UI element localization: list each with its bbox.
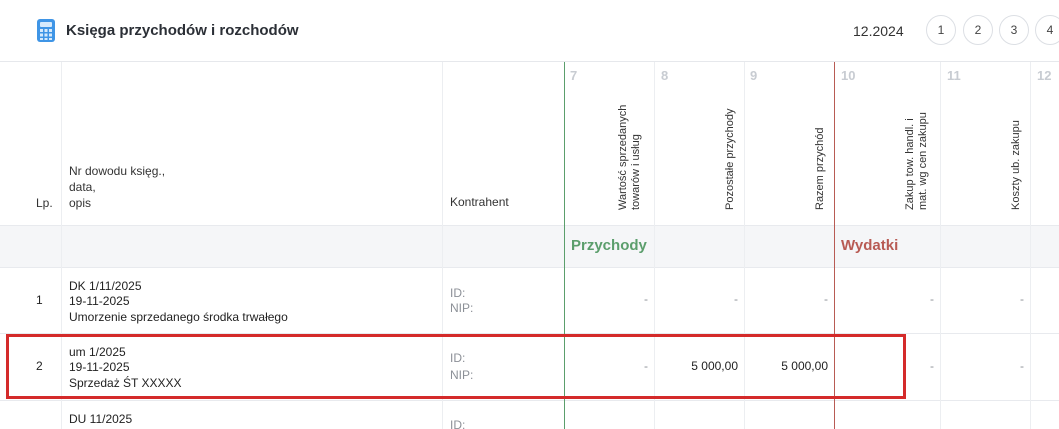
highlight-box bbox=[6, 334, 906, 399]
row-c8: - bbox=[734, 292, 738, 306]
page-button-3[interactable]: 3 bbox=[999, 15, 1029, 45]
page-button-2[interactable]: 2 bbox=[963, 15, 993, 45]
header-nr-dowodu: Nr dowodu księg., data, opis bbox=[69, 164, 166, 210]
header-c10: Zakup tow. handl. i mat. wg cen zakupu bbox=[904, 112, 929, 210]
page-title: Księga przychodów i rozchodów bbox=[66, 22, 299, 39]
header-c11: Koszty ub. zakupu bbox=[1010, 120, 1022, 210]
row-doc: DK 1/11/2025 bbox=[69, 279, 142, 293]
header-bar: Księga przychodów i rozchodów 12.2024 1 … bbox=[0, 0, 1059, 62]
column-divider bbox=[940, 62, 941, 429]
column-divider bbox=[1030, 62, 1031, 429]
section-income: Przychody bbox=[571, 237, 647, 254]
header-c9: Razem przychód bbox=[814, 127, 826, 210]
column-number-11: 11 bbox=[947, 68, 961, 83]
row-nip-label: NIP: bbox=[450, 301, 474, 315]
column-number-7: 7 bbox=[570, 68, 578, 83]
section-expenses: Wydatki bbox=[841, 237, 899, 254]
row-lp: 1 bbox=[36, 293, 43, 307]
column-number-8: 8 bbox=[661, 68, 669, 83]
header-c7: Wartość sprzedanych towarów i usług bbox=[617, 104, 642, 210]
period-label: 12.2024 bbox=[853, 23, 904, 39]
divider bbox=[0, 400, 1059, 401]
header-lp: Lp. bbox=[36, 196, 53, 210]
row-id-label: ID: bbox=[450, 418, 466, 429]
row-c10: - bbox=[930, 292, 934, 306]
row-c11: - bbox=[1020, 359, 1024, 373]
column-number-12: 12 bbox=[1037, 68, 1052, 83]
row-date: 19-11-2025 bbox=[69, 294, 130, 308]
column-number-9: 9 bbox=[750, 68, 758, 83]
row-c11: - bbox=[1020, 292, 1024, 306]
row-desc: Umorzenie sprzedanego środka trwałego bbox=[69, 310, 288, 324]
header-c8: Pozostałe przychody bbox=[724, 108, 736, 211]
row-c9: - bbox=[824, 292, 828, 306]
row-c7: - bbox=[644, 292, 648, 306]
divider bbox=[0, 225, 1059, 226]
divider bbox=[0, 267, 1059, 268]
calculator-icon bbox=[37, 19, 55, 42]
page-button-1[interactable]: 1 bbox=[926, 15, 956, 45]
row-doc: DU 11/2025 bbox=[69, 412, 133, 426]
header-kontrahent: Kontrahent bbox=[450, 195, 509, 209]
column-number-10: 10 bbox=[841, 68, 856, 83]
page-button-4[interactable]: 4 bbox=[1035, 15, 1059, 45]
section-row bbox=[0, 226, 1059, 267]
